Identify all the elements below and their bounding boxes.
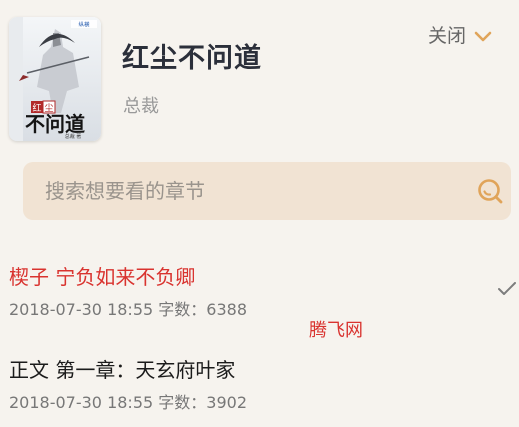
chapter-meta: 2018-07-30 18:55 字数：6388 (9, 296, 514, 320)
chapter-item[interactable]: 楔子 宁负如来不负卿 2018-07-30 18:55 字数：6388 (9, 261, 514, 320)
cover-author: 总裁 著 (65, 133, 82, 140)
chapter-search-bar (23, 162, 511, 220)
search-icon[interactable] (475, 176, 505, 206)
chapter-word-count: 字数：3902 (158, 393, 248, 412)
close-button[interactable]: 关闭 (428, 20, 492, 48)
chevron-down-icon (474, 28, 492, 42)
cover-publisher-logo: 纵横 (78, 21, 90, 29)
checkmark-icon (498, 281, 516, 295)
catalog-header: 红 尘 不问道 总裁 著 纵横 红尘不问道 总裁 关闭 (0, 0, 519, 150)
book-title: 红尘不问道 (122, 43, 262, 74)
book-author: 总裁 (123, 96, 159, 117)
book-cover-art: 红 尘 不问道 总裁 著 纵横 (9, 17, 101, 141)
watermark: 腾飞网 (309, 320, 363, 341)
book-cover[interactable]: 红 尘 不问道 总裁 著 纵横 (9, 17, 101, 141)
chapter-item[interactable]: 正文 第一章：天玄府叶家 2018-07-30 18:55 字数：3902 (9, 354, 514, 413)
close-label: 关闭 (428, 24, 467, 47)
chapter-search-input[interactable] (43, 170, 447, 212)
chapter-title: 正文 第一章：天玄府叶家 (9, 358, 236, 382)
chapter-word-count: 字数：6388 (158, 300, 248, 319)
chapter-meta: 2018-07-30 18:55 字数：3902 (9, 389, 514, 413)
chapter-date: 2018-07-30 18:55 (9, 393, 154, 412)
cover-title-calligraphy: 不问道 (25, 112, 85, 136)
chapter-date: 2018-07-30 18:55 (9, 300, 154, 319)
chapter-title: 楔子 宁负如来不负卿 (9, 265, 196, 289)
